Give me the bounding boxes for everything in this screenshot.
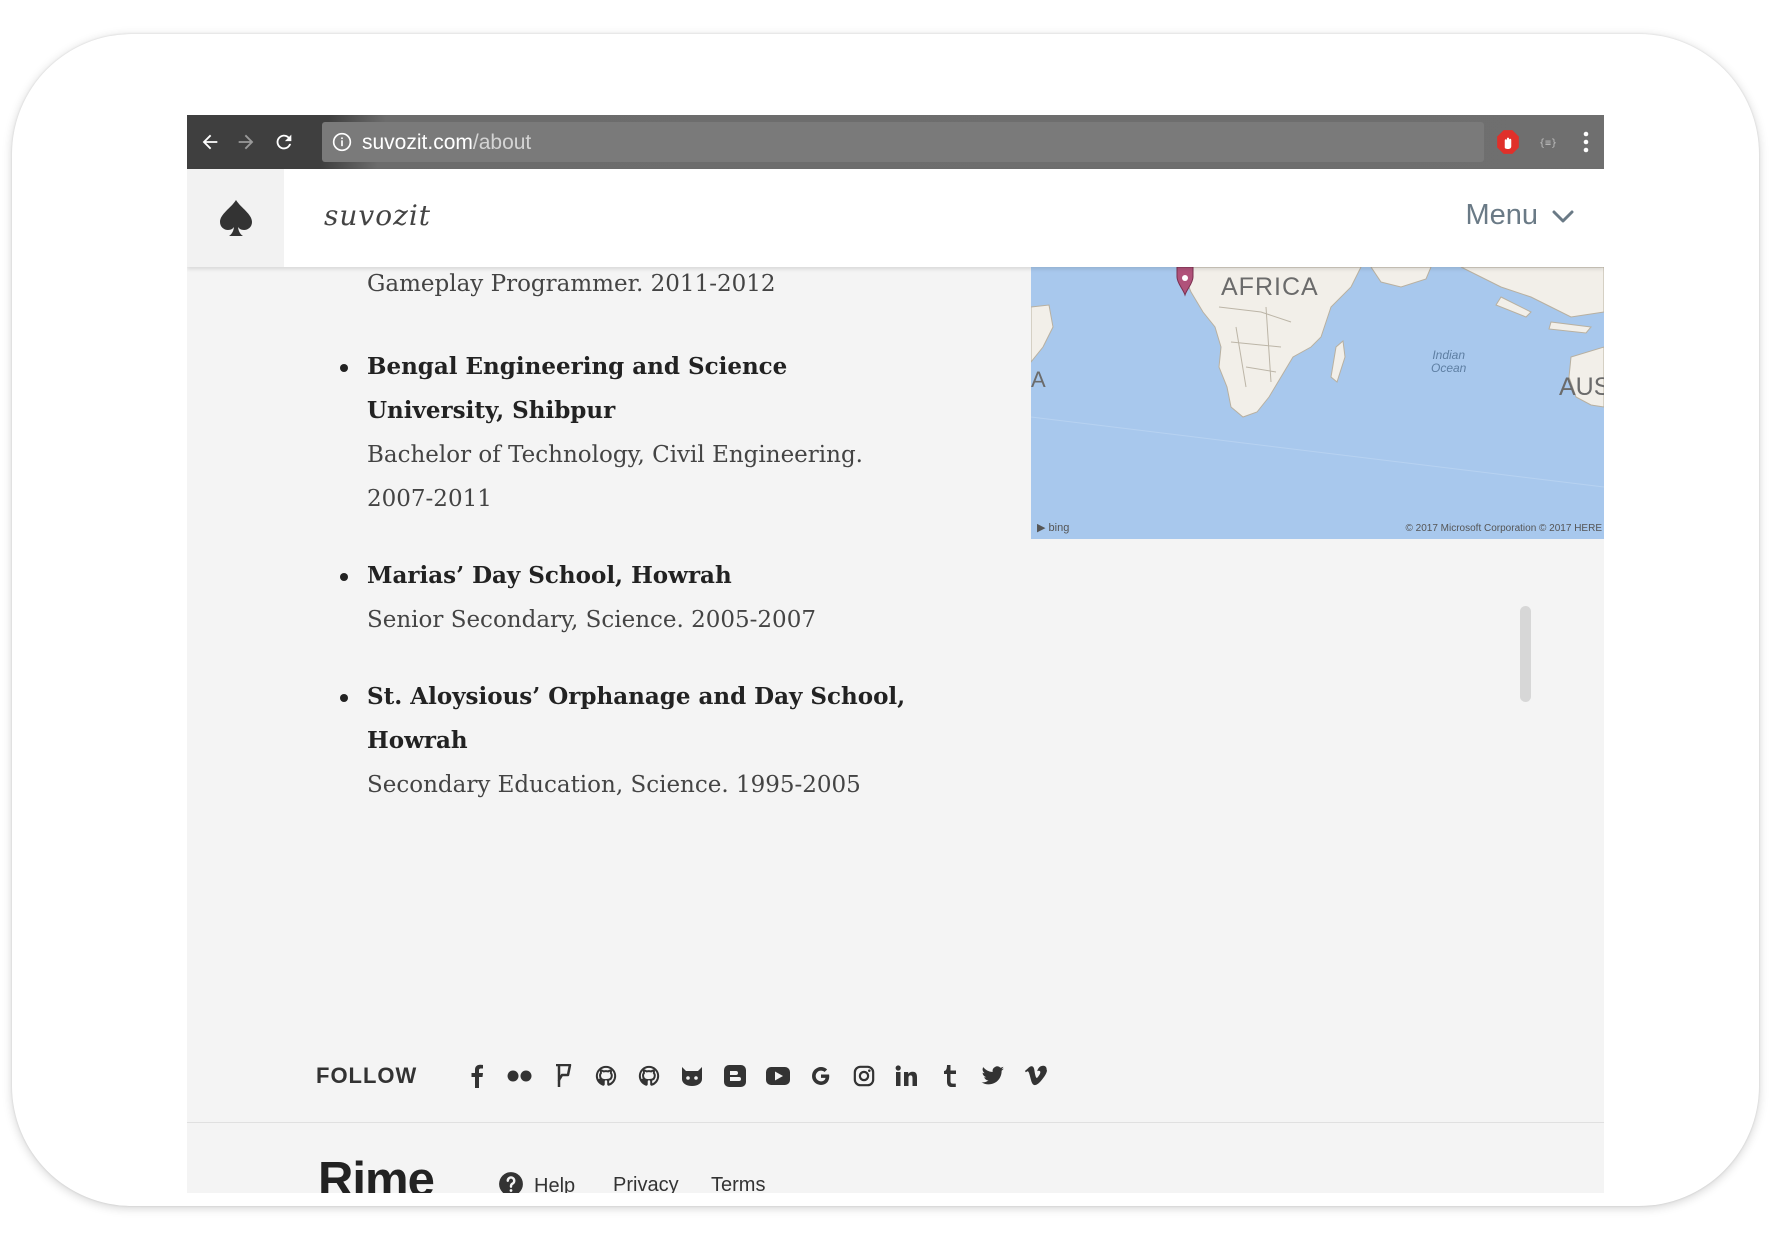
list-item: Marias’ Day School, Howrah Senior Second… [340,554,927,642]
vimeo-icon[interactable] [1014,1059,1057,1093]
extension-icon[interactable]: {≡} [1533,115,1563,169]
map-label-africa: AFRICA [1221,273,1319,301]
reload-icon[interactable] [269,115,299,169]
school-desc: Secondary Education, Science. 1995-2005 [367,772,861,798]
chevron-down-icon [1552,199,1574,232]
forward-arrow-icon[interactable] [231,115,261,169]
blogger-icon[interactable] [713,1059,756,1093]
site-wordmark[interactable]: suvozit [324,199,431,232]
address-bar[interactable]: suvozit.com/about [322,122,1484,162]
list-item: St. Aloysious’ Orphanage and Day School,… [340,675,927,807]
device-frame: suvozit.com/about {≡} suvozit Menu AFRIC… [12,34,1759,1206]
twitter-icon[interactable] [971,1059,1014,1093]
follow-bar: FOLLOW [316,1059,1057,1093]
menu-button[interactable]: Menu [1465,199,1574,232]
facebook-icon[interactable] [455,1059,498,1093]
help-link[interactable]: Help [498,1171,575,1193]
adblock-icon[interactable] [1493,115,1523,169]
kebab-menu-icon[interactable] [1573,115,1599,169]
map-copyright: © 2017 Microsoft Corporation © 2017 HERE [1405,523,1603,534]
help-label: Help [534,1175,576,1193]
site-header: suvozit Menu [187,169,1604,267]
flickr-icon[interactable] [498,1059,541,1093]
follow-label: FOLLOW [316,1063,418,1088]
info-icon[interactable] [332,132,352,157]
school-desc: Bachelor of Technology, Civil Engineerin… [367,442,863,512]
spade-logo-icon[interactable] [187,169,284,267]
map-label-a: A [1031,367,1046,392]
previous-item-desc: Gameplay Programmer. 2011-2012 [367,271,776,297]
browser-toolbar: suvozit.com/about {≡} [187,115,1604,169]
google-icon[interactable] [799,1059,842,1093]
list-item: Bengal Engineering and Science Universit… [340,345,927,521]
scrollbar-thumb[interactable] [1520,606,1531,702]
instagram-icon[interactable] [842,1059,885,1093]
education-list: Bengal Engineering and Science Universit… [340,345,927,840]
location-map[interactable]: AFRICA A AUS Indian Ocean ▶ bing © 2017 M… [1031,267,1604,539]
foursquare-icon[interactable] [541,1059,584,1093]
school-name: St. Aloysious’ Orphanage and Day School,… [367,683,906,754]
help-icon [498,1171,524,1193]
map-label-aus: AUS [1559,373,1604,401]
linkedin-icon[interactable] [885,1059,928,1093]
github-cat-icon[interactable] [670,1059,713,1093]
browser-window: suvozit.com/about {≡} suvozit Menu AFRIC… [187,115,1604,1193]
school-name: Bengal Engineering and Science Universit… [367,353,788,424]
terms-link[interactable]: Terms [711,1174,765,1193]
github-icon[interactable] [584,1059,627,1093]
svg-text:{≡}: {≡} [1539,138,1557,149]
school-desc: Senior Secondary, Science. 2005-2007 [367,607,816,633]
youtube-icon[interactable] [756,1059,799,1093]
url-text[interactable]: suvozit.com/about [362,131,531,155]
bing-logo[interactable]: ▶ bing [1037,521,1069,534]
privacy-link[interactable]: Privacy [613,1174,679,1193]
rime-brand[interactable]: Rime [318,1152,435,1193]
tumblr-icon[interactable] [928,1059,971,1093]
back-arrow-icon[interactable] [195,115,225,169]
menu-label: Menu [1465,199,1538,231]
github-alt-icon[interactable] [627,1059,670,1093]
school-name: Marias’ Day School, Howrah [367,562,732,589]
map-label-ocean: Indian Ocean [1431,348,1467,375]
